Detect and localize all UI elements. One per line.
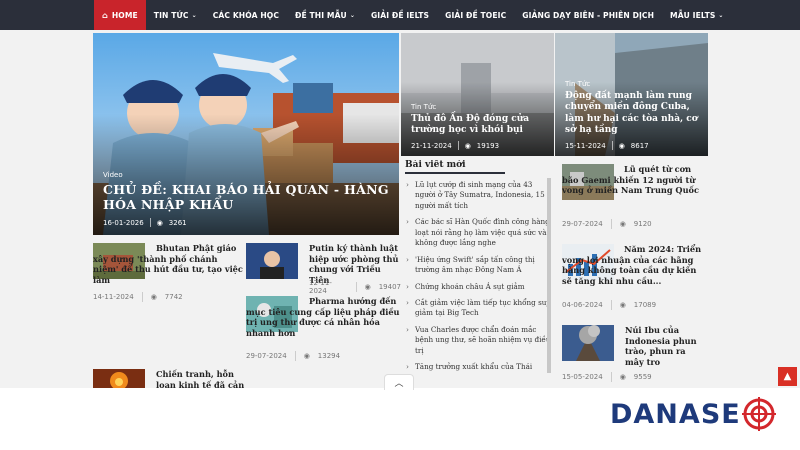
eye-icon: ◉ (619, 373, 626, 381)
hero-date: 16-01-2026 (103, 218, 144, 227)
eye-icon: ◉ (618, 141, 625, 150)
latest-heading: Bài viết mới (405, 160, 505, 174)
article-card: Bhutan Phật giáo xây dựng 'thành phố chá… (93, 243, 243, 313)
hero-article[interactable]: Video CHỦ ĐỀ: KHAI BÁO HẢI QUAN - HÀNG H… (93, 33, 399, 235)
latest-item[interactable]: Các bác sĩ Hàn Quốc đình công hàng loạt … (405, 217, 551, 248)
latest-item[interactable]: Vua Charles được chẩn đoán mắc bệnh ung … (405, 325, 551, 356)
eye-icon: ◉ (619, 220, 626, 228)
eye-icon: ◉ (619, 301, 626, 309)
article-views: 17089 (633, 301, 657, 309)
latest-item[interactable]: Tăng trưởng xuất khẩu của Thái (405, 362, 551, 373)
article-card: Chiến tranh, hỗn loạn kinh tế đã cản trở… (156, 369, 246, 388)
eye-icon: ◉ (464, 141, 471, 150)
article-views: 9559 (633, 373, 652, 381)
latest-posts: Bài viết mới Lũ lụt cướp đi sinh mạng củ… (405, 160, 551, 374)
hero-caption: Video CHỦ ĐỀ: KHAI BÁO HẢI QUAN - HÀNG H… (103, 171, 391, 227)
nav-ielts-samples[interactable]: MẪU IELTS ⌄ (662, 0, 732, 30)
article-views: 13294 (317, 352, 341, 360)
article-title[interactable]: Pharma hướng đến mục tiêu cung cấp liệu … (246, 296, 401, 339)
tile-views: 8617 (630, 141, 649, 150)
nav-home-label: HOME (111, 10, 138, 20)
latest-item[interactable]: Lũ lụt cướp đi sinh mạng của 43 người ở … (405, 180, 551, 211)
chevron-down-icon: ⌄ (191, 11, 197, 19)
latest-item[interactable]: 'Hiệu ứng Swift' sắp tấn công thị trường… (405, 255, 551, 276)
nav-home[interactable]: ⌂ HOME (94, 0, 146, 30)
article-title[interactable]: Núi Ibu của Indonesia phun trào, phun ra… (625, 325, 705, 368)
nav-toeic-solutions[interactable]: GIẢI ĐỀ TOEIC (437, 0, 514, 30)
chevron-down-icon: ⌄ (718, 11, 724, 19)
nav-item-label: MẪU IELTS (670, 10, 716, 20)
nav-item-label: CÁC KHÓA HỌC (212, 10, 280, 20)
tile-views: 19193 (476, 141, 500, 150)
tile-title[interactable]: Động đất mạnh làm rung chuyển miền đông … (565, 91, 700, 136)
main-nav: ⌂ HOME TIN TỨC ⌄ CÁC KHÓA HỌC ĐỀ THI MẪU ⌄… (0, 0, 800, 30)
article-date: 29-07-2024 (246, 352, 287, 360)
article-date: 14-11-2024 (93, 292, 134, 301)
article-title[interactable]: Bhutan Phật giáo xây dựng 'thành phố chá… (93, 243, 243, 286)
nav-item-label: GIẢNG DẠY BIÊN - PHIÊN DỊCH (522, 10, 655, 20)
article-thumbnail[interactable] (562, 325, 614, 361)
nav-item-label: GIẢI ĐỀ TOEIC (445, 10, 507, 20)
tile-caption: Tin Tức Thủ đô Ấn Độ đóng cửa trường học… (411, 103, 546, 150)
eye-icon: ◉ (150, 292, 157, 301)
nav-ielts-solutions[interactable]: GIẢI ĐỀ IELTS (363, 0, 437, 30)
chevron-up-icon: ︿ (394, 379, 404, 389)
featured-tile[interactable]: Tin Tức Động đất mạnh làm rung chuyển mi… (555, 33, 708, 156)
target-icon (741, 397, 776, 431)
article-date: 04-06-2024 (562, 301, 603, 309)
back-to-top-button[interactable]: ▲ (778, 367, 797, 386)
eye-icon: ◉ (364, 283, 371, 291)
article-thumbnail[interactable] (93, 369, 145, 388)
hero-views: 3261 (168, 218, 187, 227)
article-title[interactable]: Năm 2024: Triển vọng lợi nhuận của các h… (562, 244, 706, 287)
article-views: 19407 (378, 283, 401, 291)
tile-category[interactable]: Tin Tức (565, 80, 700, 88)
brand-logo[interactable]: DANA SE (610, 396, 780, 432)
expand-up-button[interactable]: ︿ (384, 374, 414, 390)
hero-category[interactable]: Video (103, 171, 391, 179)
tile-date: 21-11-2024 (411, 141, 452, 150)
article-thumbnail[interactable] (246, 243, 298, 279)
eye-icon: ◉ (303, 352, 310, 360)
latest-item[interactable]: Cắt giảm việc làm tiếp tục khổng suy giả… (405, 298, 551, 319)
side-article: Lũ quét từ cơn bão Gaemi khiến 12 người … (562, 164, 706, 224)
eye-icon: ◉ (156, 218, 163, 227)
nav-news[interactable]: TIN TỨC ⌄ (146, 0, 205, 30)
logo-text-a: DANA (610, 398, 701, 430)
chevron-down-icon: ⌄ (349, 11, 355, 19)
latest-item[interactable]: Chứng khoán châu Á sụt giảm (405, 282, 551, 293)
article-card: Pharma hướng đến mục tiêu cung cấp liệu … (246, 296, 401, 348)
article-date: 12-11-2024 (309, 279, 332, 295)
nav-item-label: ĐỀ THI MẪU (295, 10, 347, 20)
latest-scrollbar[interactable] (547, 178, 551, 373)
home-icon: ⌂ (102, 10, 108, 20)
article-date: 29-07-2024 (562, 220, 603, 228)
nav-courses[interactable]: CÁC KHÓA HỌC (205, 0, 287, 30)
nav-item-label: GIẢI ĐỀ IELTS (370, 10, 430, 20)
article-title[interactable]: Lũ quét từ cơn bão Gaemi khiến 12 người … (562, 164, 706, 196)
article-title[interactable]: Chiến tranh, hỗn loạn kinh tế đã cản trở… (156, 369, 246, 388)
side-article: Năm 2024: Triển vọng lợi nhuận của các h… (562, 244, 706, 298)
article-views: 7742 (164, 292, 183, 301)
tile-date: 15-11-2024 (565, 141, 606, 150)
tile-caption: Tin Tức Động đất mạnh làm rung chuyển mi… (565, 80, 700, 150)
nav-sample-tests[interactable]: ĐỀ THI MẪU ⌄ (287, 0, 363, 30)
article-views: 9120 (633, 220, 652, 228)
tile-title[interactable]: Thủ đô Ấn Độ đóng cửa trường học vì khói… (411, 114, 546, 137)
tile-category[interactable]: Tin Tức (411, 103, 546, 111)
side-article: Núi Ibu của Indonesia phun trào, phun ra… (625, 325, 705, 369)
article-date: 15-05-2024 (562, 373, 603, 381)
logo-text-b: SE (700, 398, 741, 430)
hero-title[interactable]: CHỦ ĐỀ: KHAI BÁO HẢI QUAN - HÀNG HÓA NHẬ… (103, 182, 391, 213)
nav-item-label: TIN TỨC (153, 10, 189, 20)
featured-tile[interactable]: Tin Tức Thủ đô Ấn Độ đóng cửa trường học… (401, 33, 554, 156)
chevron-up-icon: ▲ (783, 371, 792, 382)
nav-interpreting[interactable]: GIẢNG DẠY BIÊN - PHIÊN DỊCH (514, 0, 662, 30)
